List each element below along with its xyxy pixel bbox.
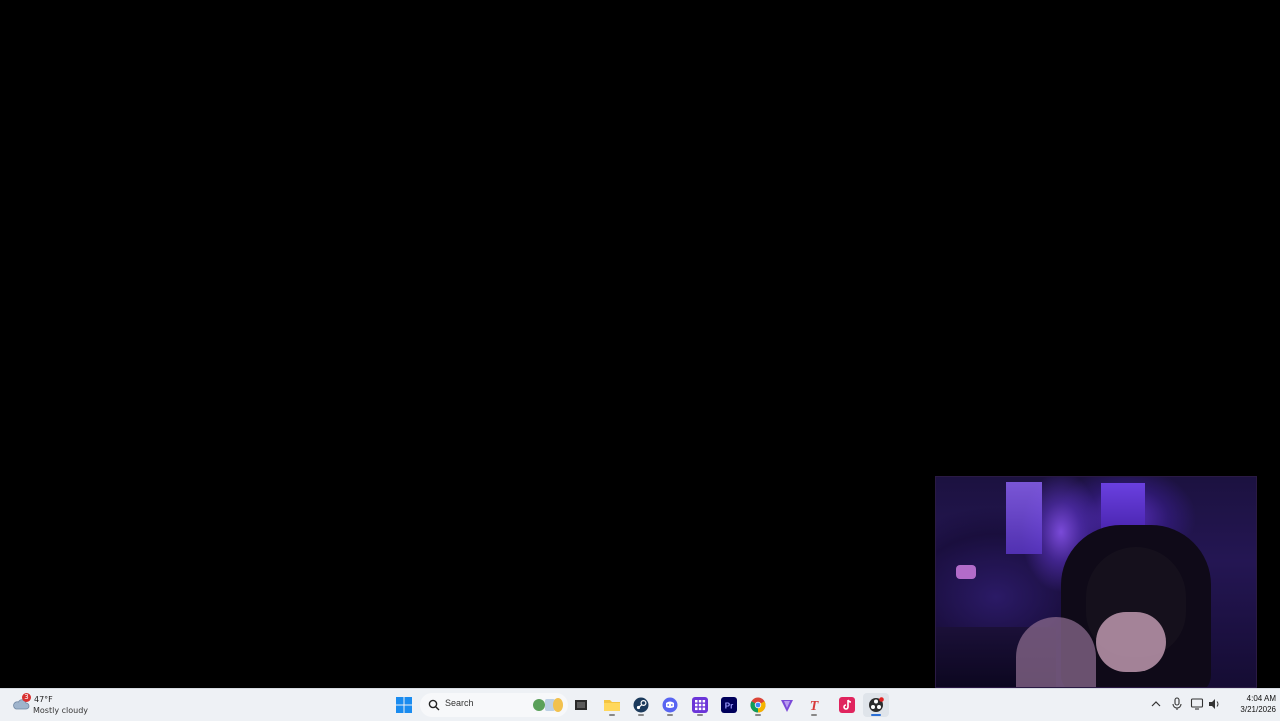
weather-badge: 3 <box>22 693 31 702</box>
running-indicator <box>638 714 644 716</box>
file-explorer-button[interactable] <box>599 693 625 717</box>
start-button[interactable] <box>391 693 417 717</box>
app-grid-button[interactable] <box>687 693 713 717</box>
running-indicator <box>811 714 817 716</box>
clock-time: 4:04 AM <box>1246 694 1276 703</box>
running-indicator <box>667 714 673 716</box>
running-indicator <box>697 714 703 716</box>
folder-icon <box>604 700 620 711</box>
network-icon[interactable] <box>1190 697 1204 711</box>
svg-text:Pr: Pr <box>725 702 733 711</box>
grid-app-icon <box>692 697 708 713</box>
tiktok-button[interactable] <box>834 693 860 717</box>
microphone-icon[interactable] <box>1170 697 1184 711</box>
volume-icon[interactable] <box>1207 697 1221 711</box>
obs-icon <box>869 697 884 712</box>
weather-condition: Mostly cloudy <box>33 706 88 715</box>
search-highlight-icon <box>533 698 563 712</box>
running-indicator <box>755 714 761 716</box>
obs-studio-button[interactable] <box>863 693 889 717</box>
weather-widget[interactable]: 3 47°F Mostly cloudy <box>10 693 120 719</box>
active-indicator <box>871 714 881 716</box>
svg-text:T: T <box>810 699 820 713</box>
webcam-overlay <box>935 476 1257 688</box>
clock-date: 3/21/2026 <box>1240 705 1276 714</box>
webcam-monitor <box>1101 483 1145 531</box>
clock[interactable]: 4:04 AM 3/21/2026 <box>1224 693 1276 715</box>
weather-temperature: 47°F <box>34 695 53 704</box>
webcam-lamp <box>956 565 976 579</box>
chrome-button[interactable] <box>745 693 771 717</box>
search-icon <box>428 699 440 711</box>
premiere-pro-icon: Pr <box>721 697 737 713</box>
webcam-door <box>1006 482 1042 554</box>
taskbar: 3 47°F Mostly cloudy Search Pr T 4:04 AM… <box>0 688 1280 721</box>
running-indicator <box>609 714 615 716</box>
task-view-icon <box>575 700 587 710</box>
search-placeholder: Search <box>445 698 474 708</box>
chevron-up-icon[interactable] <box>1149 697 1163 711</box>
windows-logo-icon <box>396 697 412 713</box>
vpn-button[interactable] <box>774 693 800 717</box>
chrome-icon <box>750 697 766 713</box>
discord-icon <box>662 697 678 713</box>
task-view-button[interactable] <box>568 693 594 717</box>
webcam-arm <box>1016 617 1096 687</box>
search-input[interactable]: Search <box>420 693 568 717</box>
tiktok-icon <box>839 697 855 713</box>
discord-button[interactable] <box>657 693 683 717</box>
webcam-face <box>1096 612 1166 672</box>
shield-v-icon <box>781 700 793 712</box>
premiere-pro-button[interactable]: Pr <box>716 693 742 717</box>
steam-icon <box>633 697 649 713</box>
t-letter-icon: T <box>810 699 820 713</box>
steam-button[interactable] <box>628 693 654 717</box>
t-app-button[interactable]: T <box>801 693 827 717</box>
